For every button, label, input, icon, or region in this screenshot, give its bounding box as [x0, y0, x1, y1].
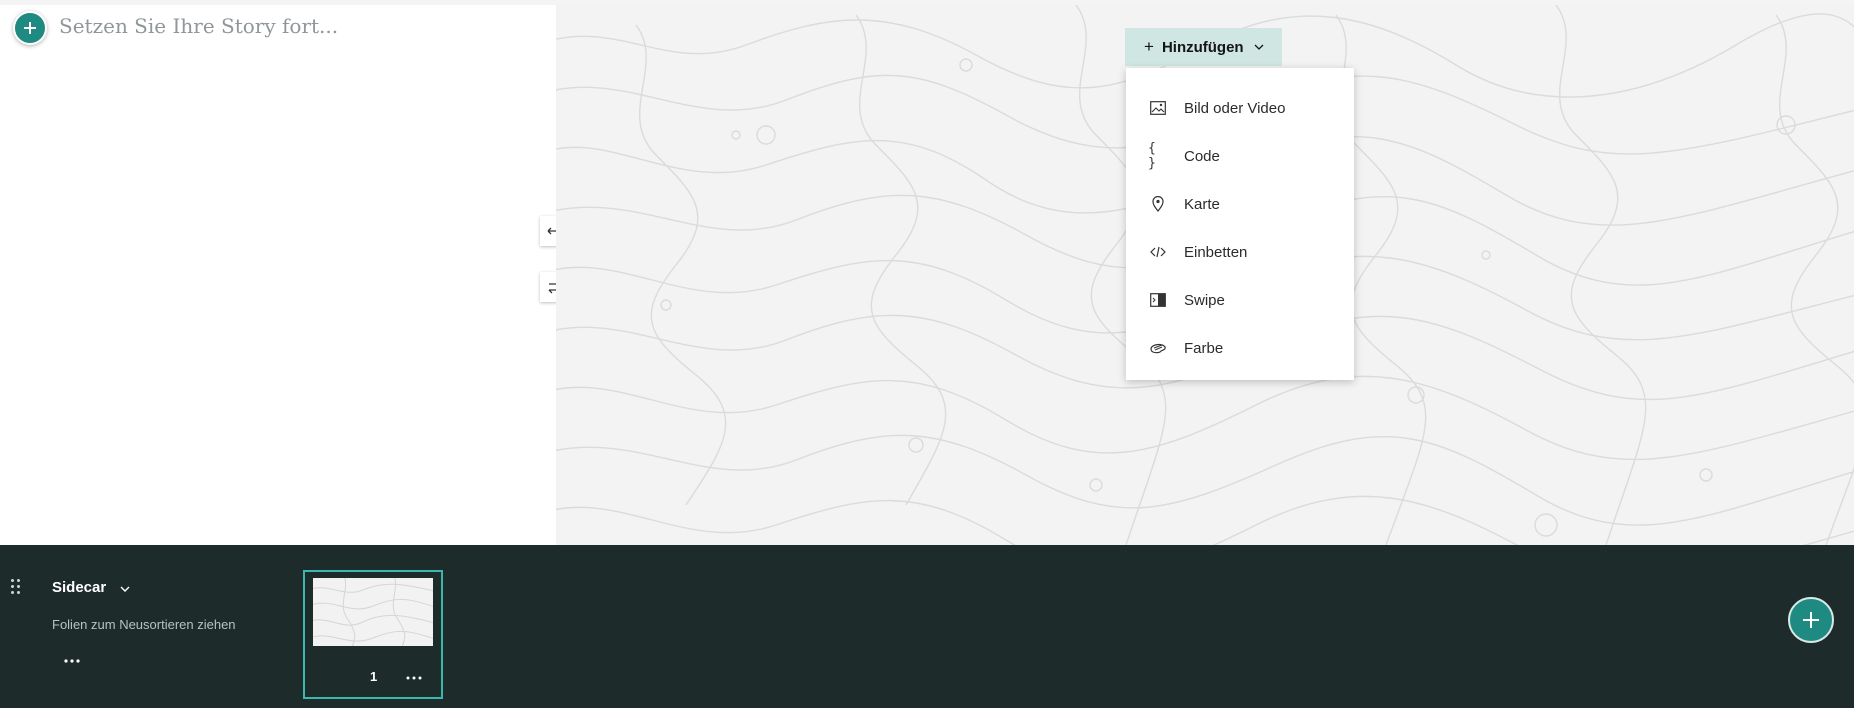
chevron-down-icon — [1254, 44, 1264, 50]
menu-item-label: Farbe — [1184, 339, 1224, 357]
menu-item-label: Einbetten — [1184, 243, 1248, 261]
plus-icon — [1803, 612, 1819, 628]
menu-item-label: Code — [1184, 147, 1220, 165]
swipe-icon — [1148, 290, 1168, 310]
menu-item-embed[interactable]: Einbetten — [1126, 232, 1354, 272]
code-braces-icon: { } — [1148, 141, 1156, 171]
menu-item-map[interactable]: Karte — [1126, 184, 1354, 224]
palette-icon — [1148, 338, 1168, 358]
add-media-button[interactable]: + Hinzufügen — [1125, 28, 1282, 66]
more-options-icon[interactable] — [60, 653, 84, 669]
image-icon — [1148, 98, 1168, 118]
menu-item-label: Bild oder Video — [1184, 99, 1286, 117]
slide-thumbnail[interactable] — [313, 578, 433, 646]
plus-icon — [24, 22, 36, 34]
slide-card[interactable]: 1 — [303, 570, 443, 699]
add-media-menu: Bild oder Video { } Code Karte Einbetten… — [1126, 68, 1354, 380]
embed-icon — [1148, 242, 1168, 262]
menu-item-label: Swipe — [1184, 291, 1225, 309]
layout-name: Sidecar — [52, 579, 107, 596]
media-panel: + Hinzufügen Bild oder Video { } Code Ka… — [556, 5, 1854, 545]
story-text-placeholder[interactable]: Setzen Sie Ihre Story fort... — [59, 14, 338, 38]
reorder-hint: Folien zum Neusortieren ziehen — [52, 617, 236, 632]
plus-icon: + — [1144, 37, 1154, 56]
slides-bar: Sidecar Folien zum Neusortieren ziehen 1 — [0, 545, 1854, 708]
menu-item-code[interactable]: { } Code — [1126, 136, 1354, 176]
map-pin-icon — [1148, 194, 1168, 214]
more-options-icon[interactable] — [404, 671, 424, 685]
thumbnail-pattern — [313, 578, 433, 646]
add-block-button[interactable] — [13, 11, 47, 45]
menu-item-image-video[interactable]: Bild oder Video — [1126, 88, 1354, 128]
chevron-down-icon[interactable] — [117, 581, 133, 597]
menu-item-label: Karte — [1184, 195, 1220, 213]
slide-number: 1 — [370, 669, 378, 684]
add-slide-button[interactable] — [1788, 597, 1834, 643]
narrative-panel: Setzen Sie Ihre Story fort... — [0, 5, 556, 545]
drag-handle-icon[interactable] — [9, 577, 23, 597]
menu-item-swipe[interactable]: Swipe — [1126, 280, 1354, 320]
menu-item-color[interactable]: Farbe — [1126, 328, 1354, 368]
add-media-label: Hinzufügen — [1161, 38, 1244, 56]
